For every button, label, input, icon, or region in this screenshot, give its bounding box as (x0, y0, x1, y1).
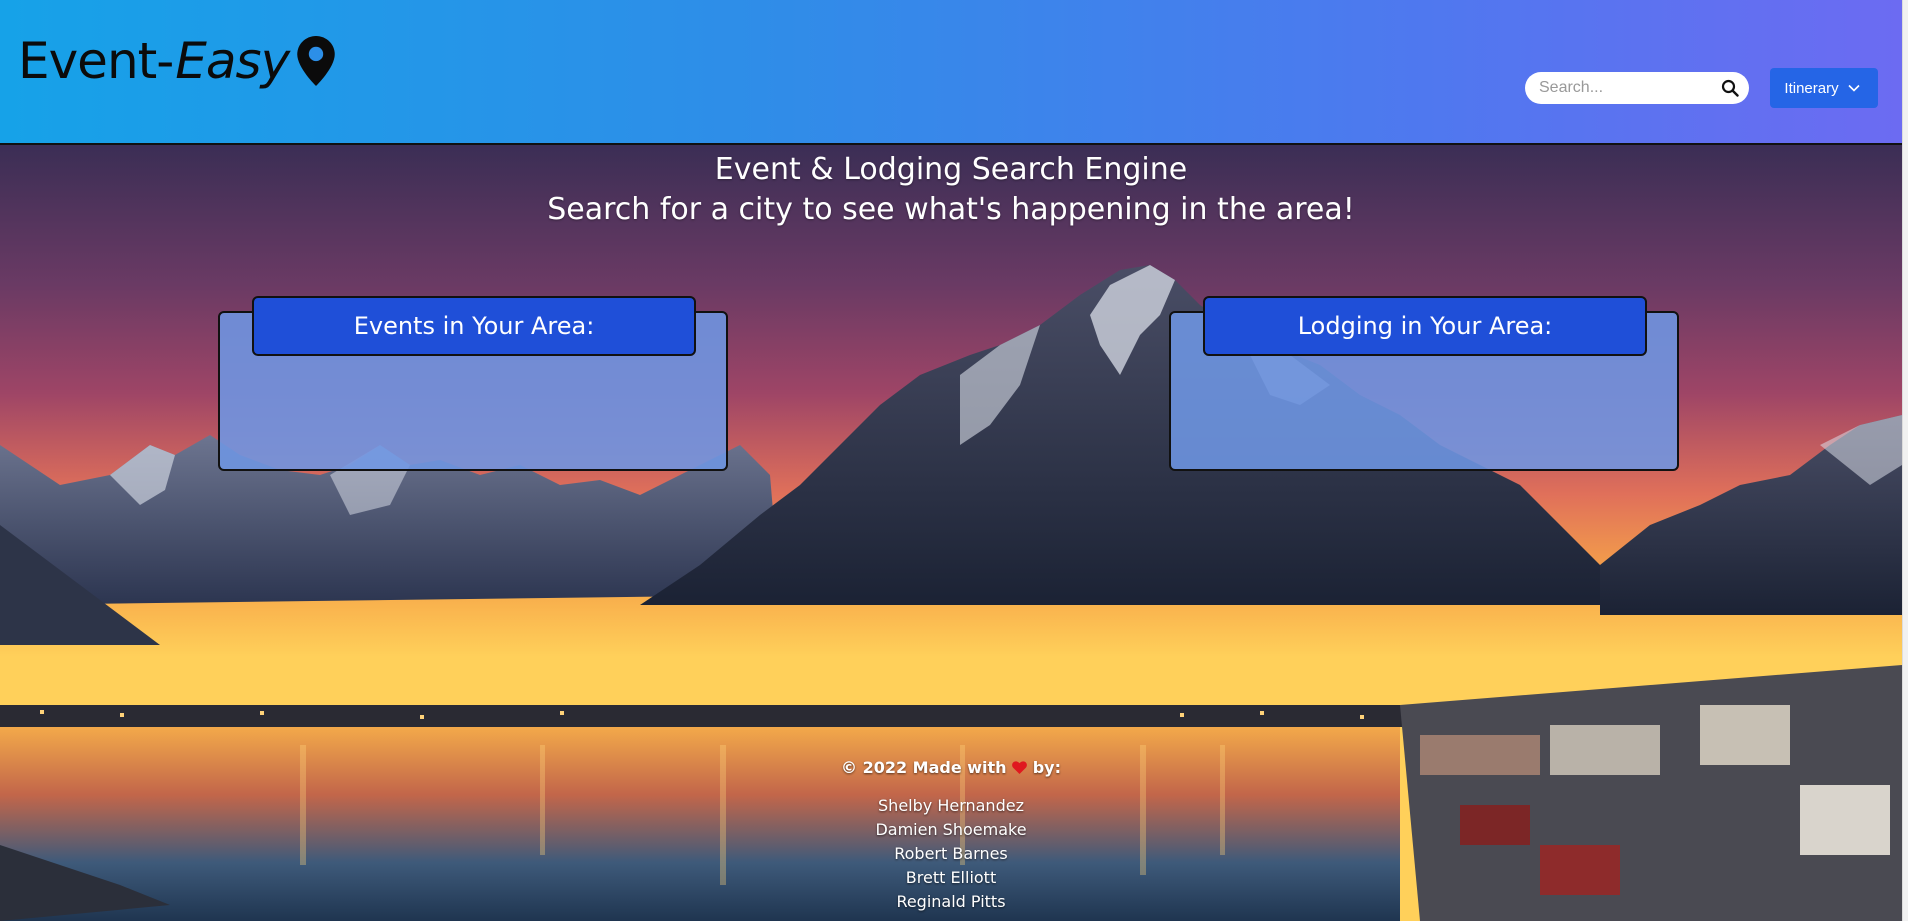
search-icon[interactable] (1721, 79, 1739, 97)
site-header: Event- Easy Itinerary (0, 0, 1902, 145)
footer-credit-prefix: © 2022 Made with (841, 758, 1013, 777)
logo-text-event: Event- (18, 32, 174, 90)
team-member-list: Shelby Hernandez Damien Shoemake Robert … (0, 794, 1902, 914)
page: Event- Easy Itinerary (0, 0, 1908, 921)
site-logo[interactable]: Event- Easy (18, 32, 335, 90)
team-member: Damien Shoemake (875, 820, 1027, 839)
page-scrollbar[interactable] (1902, 0, 1908, 921)
search-input[interactable] (1537, 78, 1721, 98)
team-member: Robert Barnes (894, 844, 1008, 863)
map-pin-icon (297, 36, 335, 86)
heart-icon (1012, 761, 1028, 774)
footer-credit: © 2022 Made with by: (0, 758, 1902, 777)
page-title: Event & Lodging Search Engine (714, 152, 1188, 187)
chevron-down-icon (1848, 84, 1860, 92)
logo-text-easy: Easy (175, 32, 290, 90)
team-member: Shelby Hernandez (878, 796, 1024, 815)
itinerary-dropdown-button[interactable]: Itinerary (1770, 68, 1878, 108)
events-panel-title: Events in Your Area: (252, 296, 696, 356)
team-member: Brett Elliott (905, 868, 997, 887)
page-subtitle: Search for a city to see what's happenin… (547, 192, 1355, 227)
team-member: Reginald Pitts (896, 892, 1006, 911)
lodging-panel-title: Lodging in Your Area: (1203, 296, 1647, 356)
search-bar (1525, 72, 1749, 104)
itinerary-label: Itinerary (1784, 79, 1839, 97)
footer-credit-suffix: by: (1027, 758, 1061, 777)
